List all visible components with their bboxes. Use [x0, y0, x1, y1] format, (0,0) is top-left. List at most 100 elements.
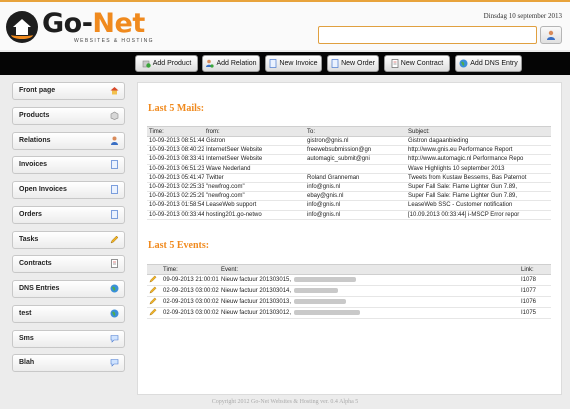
pencil-icon — [149, 286, 157, 294]
event-row[interactable]: 02-09-2013 03:00:02 Nieuw factuur 2013030… — [147, 285, 551, 297]
logo-name: Go-Net — [42, 7, 154, 39]
redacted-text — [294, 298, 347, 304]
mail-subject: Super Fall Sale: Flame Lighter Gun 7.89, — [406, 182, 551, 193]
event-row[interactable]: 02-09-2013 03:00:02 Nieuw factuur 2013030… — [147, 307, 551, 319]
mails-table: Time: from: To: Subject: 10-09-2013 08:5… — [147, 126, 551, 220]
sidebar-item-tasks[interactable]: Tasks — [12, 230, 125, 249]
redacted-text — [294, 309, 361, 315]
mail-row[interactable]: 10-09-2013 08:33:41 InternetSeer Website a… — [147, 154, 551, 165]
mail-to: info@gnis.nl — [305, 210, 406, 220]
home-icon — [110, 87, 119, 95]
new-contract-button[interactable]: New Contract — [384, 55, 450, 72]
sidebar-item-open-invoices[interactable]: Open Invoices — [12, 181, 125, 199]
globe-icon — [110, 309, 119, 318]
sidebar-item-label: Tasks — [19, 235, 39, 243]
mail-time: 10-09-2013 08:33:41 — [147, 154, 204, 165]
mail-row[interactable]: 10-09-2013 01:58:54 LeaseWeb support info@… — [147, 200, 551, 211]
footer: Copyright 2012 Go-Net Websites & Hosting… — [211, 399, 359, 405]
mail-to: ebay@gnis.nl — [305, 191, 406, 202]
add-relation-icon — [206, 59, 215, 68]
mail-time: 10-09-2013 01:58:54 — [147, 200, 204, 211]
event-row[interactable]: 02-09-2013 03:00:02 Nieuw factuur 2013030… — [147, 296, 551, 308]
mail-row[interactable]: 10-09-2013 08:40:22 InternetSeer Website f… — [147, 145, 551, 156]
add-product-button[interactable]: Add Product — [135, 55, 198, 72]
event-link[interactable]: I1078 — [519, 274, 551, 286]
mail-row[interactable]: 10-09-2013 02:25:33 "newfrog.com" info@gni… — [147, 182, 551, 193]
sidebar-item-relations[interactable]: Relations — [12, 131, 125, 150]
column-header: Event: — [219, 264, 519, 275]
event-link[interactable]: I1076 — [519, 296, 551, 308]
contract-icon — [391, 59, 399, 68]
search-button[interactable] — [540, 26, 562, 44]
event-icon-cell — [147, 274, 161, 286]
sidebar-item-invoices[interactable]: Invoices — [12, 156, 125, 175]
event-icon-cell — [147, 285, 161, 297]
event-icon-cell — [147, 296, 161, 308]
sidebar-item-sms[interactable]: Sms — [12, 329, 125, 348]
logo-tagline: WEBSITES & HOSTING — [74, 37, 154, 44]
logo-mark-icon — [6, 11, 38, 43]
redacted-text — [294, 287, 339, 293]
logo-name-go: Go- — [42, 7, 93, 39]
mail-from: Twitter — [204, 173, 305, 183]
new-order-button[interactable]: New Order — [327, 55, 379, 72]
current-date: Dinsdag 10 september 2013 — [483, 12, 562, 20]
user-icon — [111, 136, 118, 145]
mail-to: freewebsubmission@gn — [305, 145, 406, 156]
column-header: from: — [204, 126, 305, 137]
mail-row[interactable]: 10-09-2013 08:51:44 Gistron gistron@gnis.n… — [147, 136, 551, 147]
event-time: 02-09-2013 03:00:02 — [161, 296, 219, 308]
mail-row[interactable]: 10-09-2013 05:41:47 Twitter Roland Grannem… — [147, 173, 551, 183]
sidebar-item-front-page[interactable]: Front page — [12, 82, 125, 100]
contract-icon — [111, 259, 118, 269]
sidebar-item-label: Orders — [19, 210, 42, 218]
sidebar-item-blah[interactable]: Blah — [12, 354, 125, 373]
mail-to: automagic_submit@gni — [305, 154, 406, 165]
sidebar-item-dns-entries[interactable]: DNS Entries — [12, 280, 125, 298]
event-link[interactable]: I1075 — [519, 307, 551, 319]
search-input[interactable] — [318, 26, 537, 44]
column-header — [147, 264, 161, 275]
speech-bubble-icon — [110, 359, 119, 367]
sidebar-item-label: Contracts — [19, 260, 52, 268]
event-time: 02-09-2013 03:00:02 — [161, 285, 219, 297]
logo[interactable]: Go-Net WEBSITES & HOSTING — [6, 8, 154, 46]
add-dns-entry-button[interactable]: Add DNS Entry — [455, 55, 522, 72]
mail-to: gistron@gnis.nl — [305, 136, 406, 147]
event-description: Nieuw factuur 201303014, — [219, 285, 519, 297]
add-product-label: Add Product — [152, 60, 192, 67]
event-row[interactable]: 09-09-2013 21:00:01 Nieuw factuur 2013030… — [147, 274, 551, 286]
sidebar-item-label: Products — [19, 111, 50, 119]
events-header-row: Time: Event: Link: — [147, 264, 551, 275]
mail-subject: Wave Highlights 10 september 2013 — [406, 164, 551, 174]
event-description: Nieuw factuur 201303013, — [219, 296, 519, 308]
event-time: 02-09-2013 03:00:02 — [161, 307, 219, 319]
globe-icon — [110, 284, 119, 293]
mail-from: "newfrog.com" — [204, 182, 305, 193]
sidebar-item-orders[interactable]: Orders — [12, 205, 125, 224]
logo-text: Go-Net WEBSITES & HOSTING — [42, 7, 154, 44]
mails-header-row: Time: from: To: Subject: — [147, 126, 551, 137]
header: Go-Net WEBSITES & HOSTING Dinsdag 10 sep… — [0, 0, 570, 50]
mail-row[interactable]: 10-09-2013 02:25:29 "newfrog.com" ebay@gni… — [147, 191, 551, 202]
document-icon — [111, 185, 118, 194]
pencil-icon — [149, 275, 157, 283]
mail-row[interactable]: 10-09-2013 06:51:23 Wave Nederland Wave Hi… — [147, 164, 551, 174]
pencil-icon — [149, 297, 157, 305]
speech-bubble-icon — [110, 334, 119, 343]
event-link[interactable]: I1077 — [519, 285, 551, 297]
event-text: Nieuw factuur 201303014, — [221, 288, 292, 295]
sidebar-item-contracts[interactable]: Contracts — [12, 255, 125, 274]
add-dns-entry-label: Add DNS Entry — [470, 60, 518, 67]
sidebar-item-label: Invoices — [19, 161, 48, 169]
mail-row[interactable]: 10-09-2013 00:33:44 hosting201.go-netwo in… — [147, 210, 551, 220]
mail-subject: Gistron dagaanbieding — [406, 136, 551, 147]
sidebar-item-products[interactable]: Products — [12, 106, 125, 125]
add-relation-button[interactable]: Add Relation — [202, 55, 260, 72]
sidebar-item-test[interactable]: test — [12, 304, 125, 323]
globe-icon — [459, 59, 468, 68]
sidebar-item-label: test — [19, 309, 32, 317]
new-invoice-button[interactable]: New Invoice — [265, 55, 322, 72]
toolbar: Add Product Add Relation New Invoice New… — [0, 52, 570, 75]
mail-time: 10-09-2013 00:33:44 — [147, 210, 204, 220]
